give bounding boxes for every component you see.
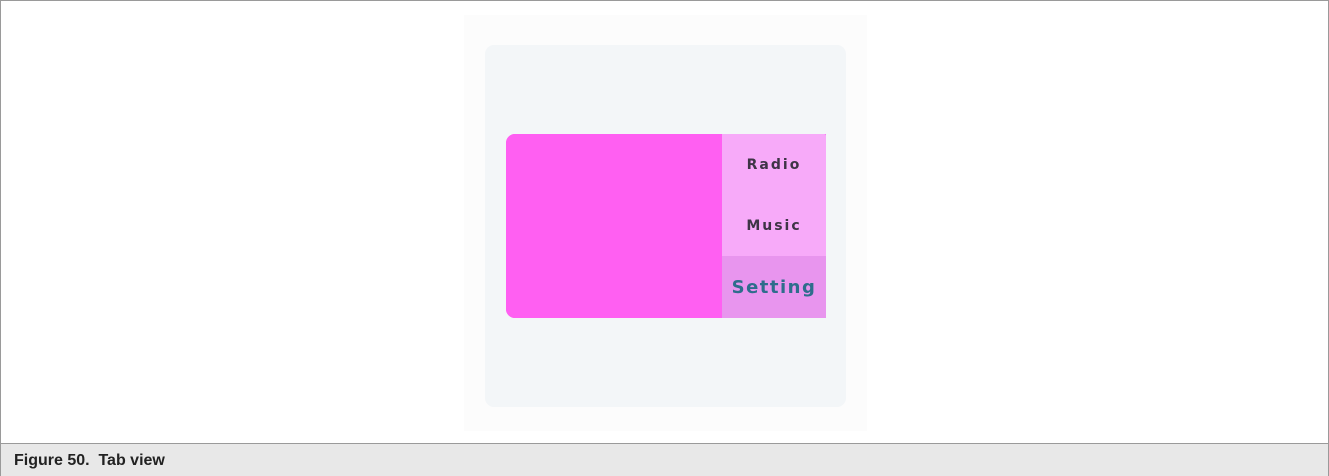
- tab-content-panel: [506, 134, 722, 318]
- ui-screenshot: Radio Music Setting: [464, 15, 867, 431]
- tab-radio[interactable]: Radio: [722, 134, 826, 195]
- tab-bar: Radio Music Setting: [722, 134, 826, 318]
- caption-band: Figure 50. Tab view: [1, 443, 1328, 476]
- tab-music[interactable]: Music: [722, 195, 826, 256]
- tab-setting[interactable]: Setting: [722, 256, 826, 318]
- display-screen: Radio Music Setting: [485, 45, 846, 407]
- figure-caption: Figure 50. Tab view: [14, 452, 165, 469]
- figure-frame: Radio Music Setting Figure 50. Tab view: [0, 0, 1329, 476]
- tab-view: Radio Music Setting: [506, 134, 826, 318]
